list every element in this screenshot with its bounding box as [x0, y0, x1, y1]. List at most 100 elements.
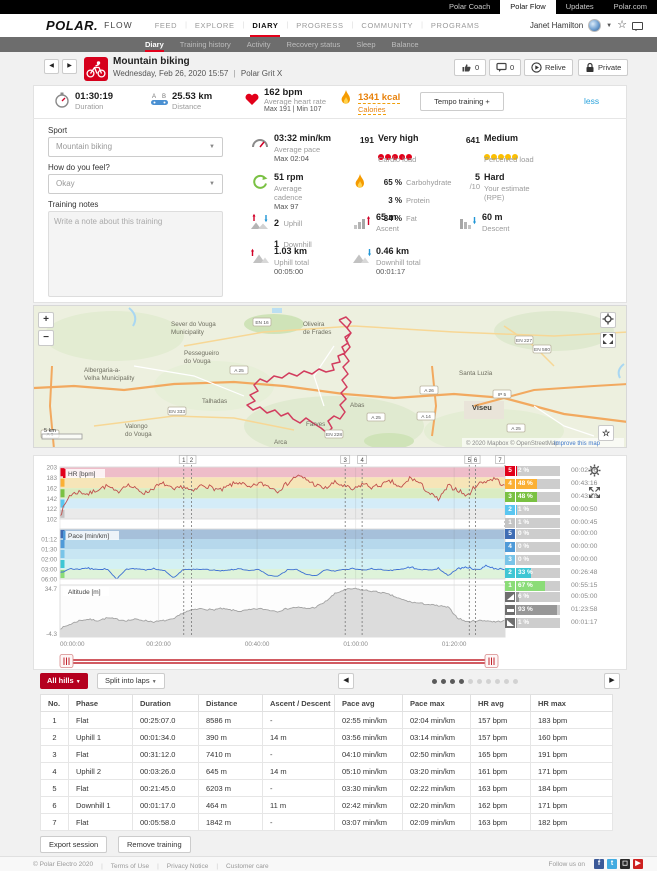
lap-cell: 04:10 min/km [335, 746, 403, 763]
subnav-item-balance[interactable]: Balance [392, 37, 419, 52]
hill-filter-button[interactable]: All hills ▼ [40, 673, 88, 689]
svg-text:102: 102 [46, 517, 57, 524]
topbar-link-polar-com[interactable]: Polar.com [604, 0, 657, 14]
nav-separator: | [352, 14, 354, 37]
avatar[interactable] [588, 19, 601, 32]
map-zoom-out-button[interactable]: − [38, 330, 54, 346]
topbar-link-polar-flow[interactable]: Polar Flow [500, 0, 555, 14]
laps-pagination-dots[interactable] [432, 679, 518, 684]
feel-select[interactable]: Okay▼ [48, 174, 223, 194]
mountain-up-icon [250, 246, 270, 277]
training-notes-input[interactable] [48, 211, 223, 297]
like-button[interactable]: 0 [454, 59, 486, 76]
lap-cell: 163 bpm [471, 814, 531, 831]
pagination-dot[interactable] [495, 679, 500, 684]
prev-session-button[interactable]: ◀ [44, 59, 59, 74]
nav-separator: | [421, 14, 423, 37]
pagination-dot[interactable] [486, 679, 491, 684]
comments-button[interactable]: 0 [489, 59, 521, 76]
footer-link[interactable]: Customer care [226, 863, 269, 870]
device-name: Polar Grit X [241, 69, 282, 78]
laps-next-page-button[interactable]: ▶ [604, 673, 620, 689]
nav-item-community[interactable]: COMMUNITY [359, 14, 415, 37]
pagination-dot[interactable] [468, 679, 473, 684]
map-place-label: de Frades [303, 329, 331, 336]
lap-cell: 160 bpm [531, 729, 613, 746]
footer-link[interactable]: Terms of Use [111, 863, 149, 870]
map-place-label: Sever do Vouga [171, 321, 216, 328]
pagination-dot[interactable] [459, 679, 464, 684]
subnav-item-activity[interactable]: Activity [247, 37, 271, 52]
chevron-down-icon[interactable]: ▼ [606, 23, 612, 29]
remove-training-button[interactable]: Remove training [118, 836, 191, 853]
map-zoom-in-button[interactable]: + [38, 312, 54, 328]
nav-item-explore[interactable]: EXPLORE [193, 14, 237, 37]
svg-text:A: A [152, 94, 156, 100]
chevron-down-icon: ▼ [209, 138, 215, 156]
instagram-icon[interactable]: ◻ [620, 859, 630, 869]
subnav-item-diary[interactable]: Diary [145, 37, 164, 52]
energy-row: 3 %Protein [376, 190, 451, 208]
relive-button[interactable]: Relive [524, 59, 573, 76]
stat-cardio-load: 191 Very high Cardio load [352, 133, 440, 164]
lap-cell: 00:21:45.0 [133, 780, 199, 797]
laps-prev-page-button[interactable]: ◀ [338, 673, 354, 689]
split-into-laps-button[interactable]: Split into laps ▼ [97, 673, 165, 689]
subnav-item-recovery-status[interactable]: Recovery status [287, 37, 341, 52]
topbar-link-updates[interactable]: Updates [556, 0, 604, 14]
footer-link[interactable]: Privacy Notice [167, 863, 209, 870]
map-favorite-button[interactable]: ☆ [598, 425, 614, 441]
nav-item-progress[interactable]: PROGRESS [294, 14, 345, 37]
map-fullscreen-button[interactable] [600, 332, 616, 348]
user-name[interactable]: Janet Hamilton [530, 21, 583, 30]
sport-select[interactable]: Mountain biking▼ [48, 137, 223, 157]
lap-row: 2Uphill 100:01:34.0390 m14 m03:56 min/km… [41, 729, 613, 746]
pagination-dot[interactable] [450, 679, 455, 684]
privacy-button[interactable]: Private [578, 59, 628, 76]
laps-column-header: Pace max [403, 695, 471, 712]
twitter-icon[interactable]: t [607, 859, 617, 869]
svg-text:01:00:00: 01:00:00 [343, 641, 368, 648]
pagination-dot[interactable] [477, 679, 482, 684]
training-target-button[interactable]: Tempo training + [420, 92, 504, 111]
favorites-star-icon[interactable]: ☆ [617, 14, 627, 37]
export-session-button[interactable]: Export session [40, 836, 107, 853]
svg-text:34.7: 34.7 [45, 586, 58, 593]
nav-item-feed[interactable]: FEED [153, 14, 179, 37]
map-place-label: do Vouga [125, 431, 152, 438]
nav-item-diary[interactable]: DIARY [250, 14, 280, 37]
duration-value: 01:30:19 [75, 91, 113, 102]
pagination-dot[interactable] [504, 679, 509, 684]
subnav-item-sleep[interactable]: Sleep [356, 37, 375, 52]
facebook-icon[interactable]: f [594, 859, 604, 869]
lap-cell: 165 bpm [471, 746, 531, 763]
pagination-dot[interactable] [513, 679, 518, 684]
map-place-label: Viseu [472, 403, 492, 412]
laps-column-header: Duration [133, 695, 199, 712]
map-place-label: Santa Luzia [459, 370, 493, 377]
next-session-button[interactable]: ▶ [62, 59, 77, 74]
map-improve-link[interactable]: Improve this map [554, 441, 601, 447]
youtube-icon[interactable]: ▶ [633, 859, 643, 869]
less-link[interactable]: less [584, 96, 599, 106]
map-road-shield: EN 228 [326, 432, 342, 438]
subnav-item-training-history[interactable]: Training history [180, 37, 231, 52]
pagination-dot[interactable] [441, 679, 446, 684]
nav-item-programs[interactable]: PROGRAMS [429, 14, 482, 37]
lap-cell: Downhill 1 [69, 797, 133, 814]
topbar-link-polar-coach[interactable]: Polar Coach [439, 0, 500, 14]
lap-cell: 7410 m [199, 746, 263, 763]
route-map[interactable]: Sever do VougaMunicipalityPessegueirodo … [33, 305, 627, 448]
map-place-label: Albergaria-a- [84, 367, 120, 374]
polar-logo: POLAR. [46, 14, 98, 37]
lap-cell: 3 [41, 746, 69, 763]
pagination-dot[interactable] [432, 679, 437, 684]
map-locate-button[interactable] [600, 312, 616, 328]
map-attribution: © 2020 Mapbox © OpenStreetMap [466, 440, 559, 447]
feel-label: How do you feel? [48, 163, 110, 172]
lap-cell: 183 bpm [531, 712, 613, 729]
svg-text:01:30: 01:30 [41, 547, 57, 554]
user-cluster: Janet Hamilton ▼ ☆ [530, 14, 643, 37]
notifications-icon[interactable] [632, 22, 643, 30]
play-circle-icon [531, 62, 542, 73]
